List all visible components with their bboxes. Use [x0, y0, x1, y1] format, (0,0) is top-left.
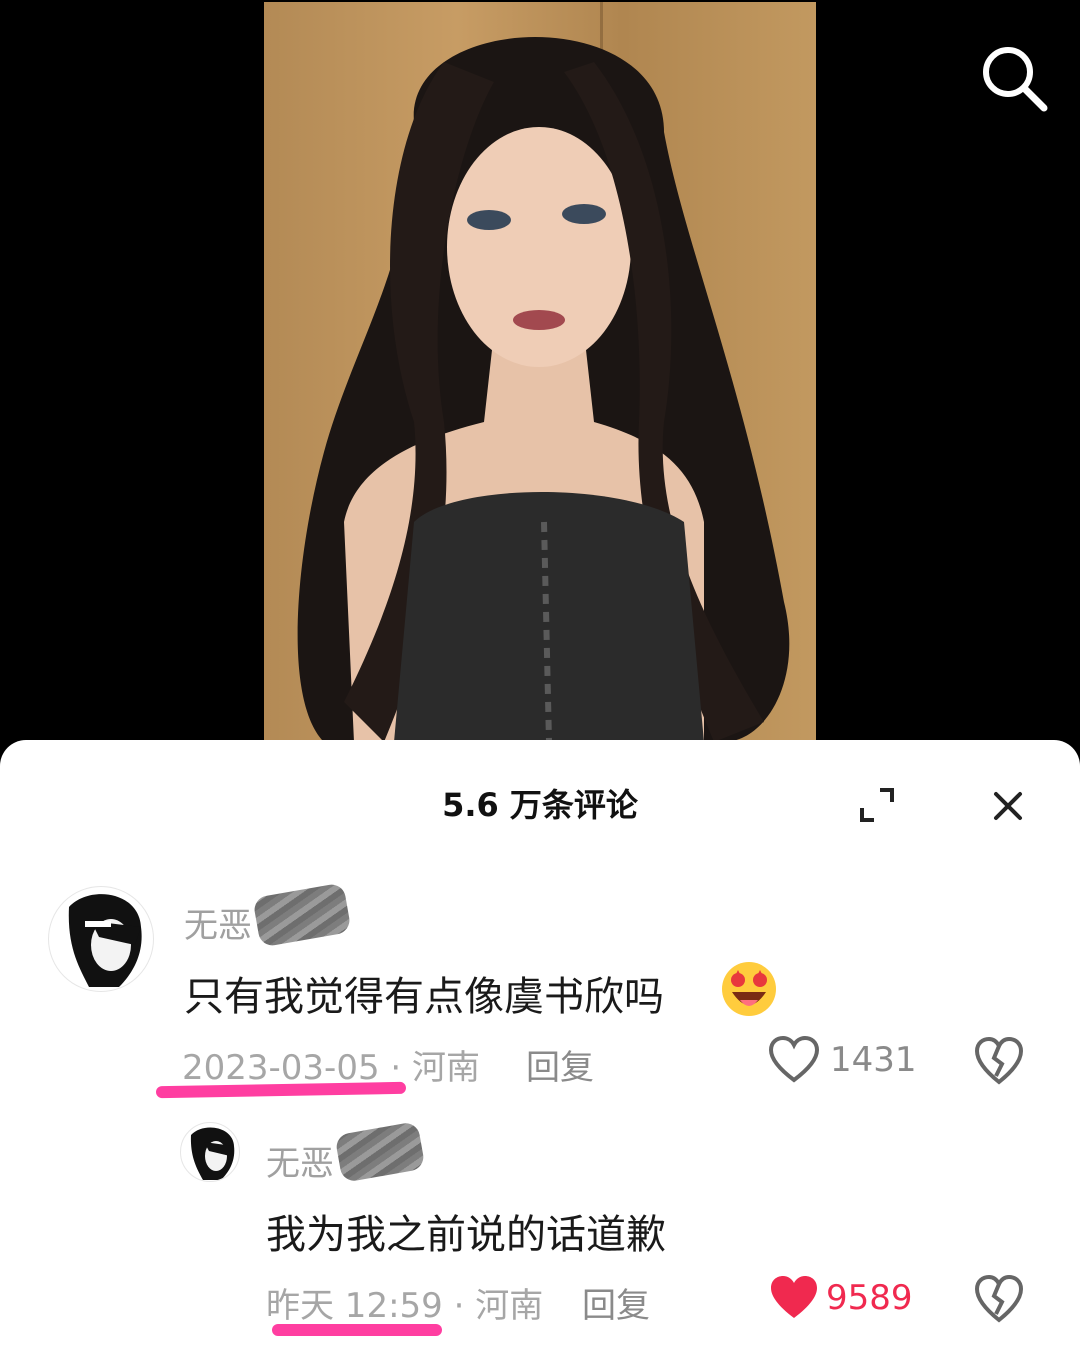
heart-outline-icon	[768, 1035, 820, 1083]
avatar[interactable]	[48, 886, 154, 992]
heart-filled-icon	[771, 1276, 817, 1318]
like-count: 1431	[830, 1040, 917, 1080]
video-player[interactable]	[0, 0, 1080, 760]
broken-heart-icon	[974, 1274, 1024, 1323]
expand-button[interactable]	[856, 784, 898, 826]
broken-heart-icon	[974, 1036, 1024, 1085]
highlight-underline	[272, 1324, 442, 1336]
comment-text: 只有我觉得有点像虞书欣吗	[184, 974, 664, 1020]
anime-avatar-icon	[190, 1127, 235, 1180]
anime-avatar-icon	[68, 894, 142, 987]
dislike-button[interactable]	[974, 1036, 1024, 1086]
avatar[interactable]	[180, 1122, 240, 1182]
star-struck-emoji	[718, 956, 780, 1018]
reply-button[interactable]: 回复	[582, 1278, 650, 1327]
redaction-mask	[252, 882, 352, 948]
comments-sheet: 5.6 万条评论 无恶 只有我觉得有点像虞书欣吗 2023-03-05 · 河南…	[0, 740, 1080, 1350]
reply-button[interactable]: 回复	[526, 1040, 594, 1089]
reply-username[interactable]: 无恶	[266, 1136, 334, 1185]
search-icon	[983, 47, 1048, 112]
dislike-button[interactable]	[974, 1274, 1024, 1324]
like-button[interactable]	[768, 1035, 820, 1084]
like-count: 9589	[826, 1278, 913, 1318]
expand-icon	[860, 788, 894, 822]
comment-date-location: 2023-03-05 · 河南	[182, 1048, 481, 1088]
comments-count-title: 5.6 万条评论	[442, 786, 638, 824]
reply-date-location: 昨天 12:59 · 河南	[266, 1286, 544, 1326]
comment-username[interactable]: 无恶	[184, 898, 252, 947]
portrait-photo	[264, 2, 816, 742]
close-button[interactable]	[988, 786, 1028, 826]
search-button[interactable]	[976, 40, 1052, 116]
redaction-mask	[334, 1121, 426, 1183]
close-icon	[994, 792, 1022, 820]
reply-text: 我为我之前说的话道歉	[266, 1212, 666, 1258]
like-button[interactable]	[768, 1274, 820, 1322]
